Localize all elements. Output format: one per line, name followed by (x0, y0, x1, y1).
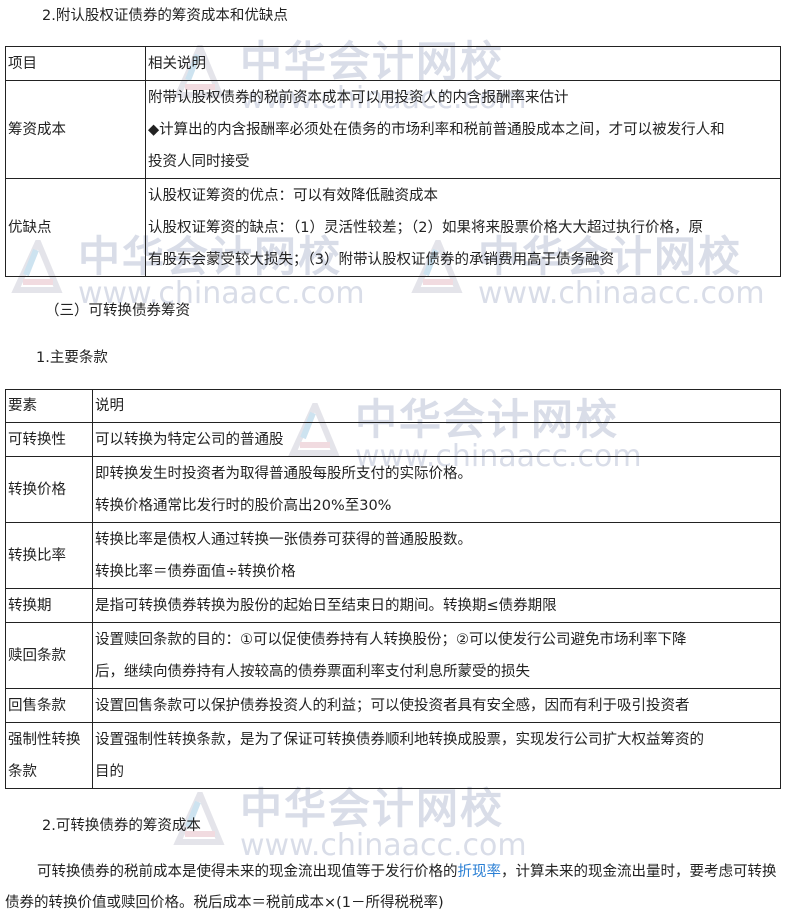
table-header-row: 要素 说明 (5, 389, 781, 423)
table-row: 转换期 是指可转换债券转换为股份的起始日至结束日的期间。转换期≤债券期限 (5, 588, 781, 623)
header-cell: 说明 (92, 389, 781, 423)
row-description: 是指可转换债券转换为股份的起始日至结束日的期间。转换期≤债券期限 (92, 588, 781, 623)
section-title: 2.附认股权证债券的筹资成本和优缺点 (42, 8, 288, 24)
description-line: 目的 (95, 763, 124, 780)
row-label: 筹资成本 (5, 80, 146, 179)
description-line: 设置赎回条款的目的：①可以促使债券持有人转换股份；②可以使发行公司避免市场利率下… (95, 631, 687, 648)
warrant-bond-table: 项目 相关说明 筹资成本 附带认股权债券的税前资本成本可以用投资人的内含报酬率来… (5, 46, 781, 277)
row-label: 转换价格 (5, 456, 93, 523)
description-line: 转换价格通常比发行时的股价高出20%至30% (95, 497, 392, 514)
label-line: 回售条款 (8, 697, 66, 714)
row-label: 强制性转换 条款 (5, 722, 93, 789)
description-line: 有股东会蒙受较大损失；（3）附带认股权证债券的承销费用高于债务融资 (148, 251, 614, 268)
row-label: 回售条款 (5, 688, 93, 723)
description-line: 是指可转换债券转换为股份的起始日至结束日的期间。转换期≤债券期限 (95, 597, 557, 614)
description-line: 转换比率是债权人通过转换一张债券可获得的普通股股数。 (95, 531, 472, 548)
row-description: 认股权证筹资的优点：可以有效降低融资成本 认股权证筹资的缺点：（1）灵活性较差；… (145, 178, 781, 277)
label-line: 可转换性 (8, 431, 66, 448)
row-label: 赎回条款 (5, 622, 93, 689)
row-description: 转换比率是债权人通过转换一张债券可获得的普通股股数。 转换比率＝债券面值÷转换价格 (92, 522, 781, 589)
row-description: 可以转换为特定公司的普通股 (92, 422, 781, 457)
description-line: 可以转换为特定公司的普通股 (95, 431, 284, 448)
watermark: 中华会计网校 www.chinaacc.com (173, 784, 527, 861)
label-line: 强制性转换 (8, 731, 81, 748)
label-line: 转换比率 (8, 547, 66, 564)
table-header-row: 项目 相关说明 (5, 46, 781, 81)
subsection-heading: 1.主要条款 (36, 350, 108, 366)
description-line: 后，继续向债券持有人按较高的债券票面利率支付利息所蒙受的损失 (95, 663, 530, 680)
row-label: 转换期 (5, 588, 93, 623)
row-description: 设置赎回条款的目的：①可以促使债券持有人转换股份；②可以使发行公司避免市场利率下… (92, 622, 781, 689)
row-label: 可转换性 (5, 422, 93, 457)
description-line: 认股权证筹资的缺点：（1）灵活性较差；（2）如果将来股票价格大大超过执行价格，原 (148, 219, 703, 236)
paragraph-text: 可转换债券的税前成本是使得未来的现金流出现值等于发行价格的 (37, 864, 458, 880)
table-row: 强制性转换 条款 设置强制性转换条款，是为了保证可转换债券顺利地转换成股票，实现发行… (5, 722, 781, 789)
description-line: 附带认股权债券的税前资本成本可以用投资人的内含报酬率来估计 (148, 89, 569, 106)
label-line: 转换价格 (8, 481, 66, 498)
description-line: 认股权证筹资的优点：可以有效降低融资成本 (148, 187, 438, 204)
row-description: 设置强制性转换条款，是为了保证可转换债券顺利地转换成股票，实现发行公司扩大权益筹… (92, 722, 781, 789)
discount-rate-link[interactable]: 折现率 (458, 864, 502, 880)
header-cell: 相关说明 (145, 46, 781, 81)
table-row: 可转换性 可以转换为特定公司的普通股 (5, 422, 781, 457)
row-description: 设置回售条款可以保护债券投资人的利益；可以使投资者具有安全感，因而有利于吸引投资… (92, 688, 781, 723)
table-row: 转换比率 转换比率是债权人通过转换一张债券可获得的普通股股数。 转换比率＝债券面值÷… (5, 522, 781, 589)
description-line: 设置回售条款可以保护债券投资人的利益；可以使投资者具有安全感，因而有利于吸引投资… (95, 697, 690, 714)
section-heading: （三）可转换债券筹资 (45, 303, 190, 319)
table-row: 转换价格 即转换发生时投资者为取得普通股每股所支付的实际价格。 转换价格通常比发行时… (5, 456, 781, 523)
header-cell: 要素 (5, 389, 93, 423)
description-line: 即转换发生时投资者为取得普通股每股所支付的实际价格。 (95, 465, 472, 482)
watermark-url: www.chinaacc.com (478, 276, 765, 311)
subsection-heading: 2.可转换债券的筹资成本 (42, 818, 201, 834)
watermark-text: 中华会计网校 (240, 784, 505, 833)
label-line: 转换期 (8, 597, 52, 614)
description-line: 转换比率＝债券面值÷转换价格 (95, 563, 296, 580)
row-label: 转换比率 (5, 522, 93, 589)
label-line: 赎回条款 (8, 647, 66, 664)
convertible-bond-terms-table: 要素 说明 可转换性 可以转换为特定公司的普通股转换价格 即转换发生时投资者为取得普… (5, 389, 781, 789)
row-description: 附带认股权债券的税前资本成本可以用投资人的内含报酬率来估计 ◆计算出的内含报酬率… (145, 80, 781, 179)
label-line: 条款 (8, 763, 37, 780)
table-row: 优缺点 认股权证筹资的优点：可以有效降低融资成本 认股权证筹资的缺点：（1）灵活… (5, 178, 781, 277)
table-row: 回售条款 设置回售条款可以保护债券投资人的利益；可以使投资者具有安全感，因而有利于… (5, 688, 781, 723)
paragraph: 可转换债券的税前成本是使得未来的现金流出现值等于发行价格的折现率，计算未来的现金… (5, 857, 781, 919)
description-line: 投资人同时接受 (148, 153, 250, 170)
description-line: 设置强制性转换条款，是为了保证可转换债券顺利地转换成股票，实现发行公司扩大权益筹… (95, 731, 704, 748)
description-line: ◆计算出的内含报酬率必须处在债务的市场利率和税前普通股成本之间，才可以被发行人和 (148, 121, 725, 138)
row-label: 优缺点 (5, 178, 146, 277)
row-description: 即转换发生时投资者为取得普通股每股所支付的实际价格。 转换价格通常比发行时的股价高… (92, 456, 781, 523)
table-row: 赎回条款 设置赎回条款的目的：①可以促使债券持有人转换股份；②可以使发行公司避免市… (5, 622, 781, 689)
table-row: 筹资成本 附带认股权债券的税前资本成本可以用投资人的内含报酬率来估计 ◆计算出的… (5, 80, 781, 179)
header-cell: 项目 (5, 46, 146, 81)
